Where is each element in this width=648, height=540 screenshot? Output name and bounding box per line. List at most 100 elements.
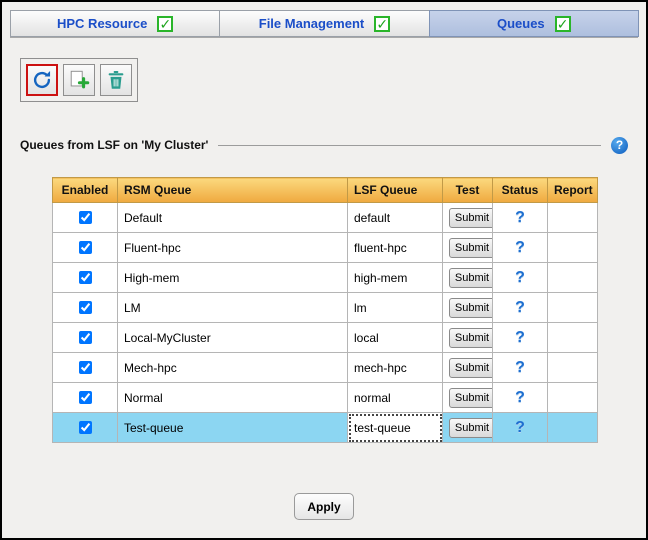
submit-button[interactable]: Submit [449,268,493,288]
status-question-icon: ? [515,419,525,436]
submit-button[interactable]: Submit [449,328,493,348]
lsf-queue-cell[interactable]: mech-hpc [348,353,443,383]
submit-button[interactable]: Submit [449,418,493,438]
green-check-icon: ✓ [374,16,390,32]
lsf-queue-cell[interactable]: high-mem [348,263,443,293]
status-cell: ? [493,293,548,323]
col-header-test: Test [443,178,493,203]
enabled-cell [53,383,118,413]
submit-button[interactable]: Submit [449,298,493,318]
test-cell: Submit [443,413,493,443]
status-cell: ? [493,323,548,353]
rsm-queue-cell[interactable]: Default [118,203,348,233]
lsf-queue-cell[interactable]: local [348,323,443,353]
tab-bar: HPC Resource ✓ File Management ✓ Queues … [10,10,638,38]
lsf-queue-cell[interactable]: default [348,203,443,233]
table-row[interactable]: High-mem high-mem Submit ? [53,263,598,293]
help-icon[interactable]: ? [611,137,628,154]
enabled-cell [53,203,118,233]
enabled-checkbox[interactable] [79,301,92,314]
report-cell [548,263,598,293]
lsf-queue-cell[interactable]: normal [348,383,443,413]
status-question-icon: ? [515,239,525,256]
test-cell: Submit [443,233,493,263]
lsf-queue-cell[interactable]: test-queue [348,413,443,443]
table-row[interactable]: Test-queue test-queue Submit ? [53,413,598,443]
tab-label: File Management [259,16,364,31]
enabled-checkbox[interactable] [79,331,92,344]
status-question-icon: ? [515,389,525,406]
table-row[interactable]: Mech-hpc mech-hpc Submit ? [53,353,598,383]
submit-button[interactable]: Submit [449,238,493,258]
test-cell: Submit [443,263,493,293]
status-question-icon: ? [515,329,525,346]
col-header-enabled: Enabled [53,178,118,203]
status-cell: ? [493,263,548,293]
rsm-queue-cell[interactable]: Fluent-hpc [118,233,348,263]
refresh-queues-button[interactable] [26,64,58,96]
submit-button[interactable]: Submit [449,208,493,228]
enabled-checkbox[interactable] [79,271,92,284]
report-cell [548,203,598,233]
col-header-lsf-queue: LSF Queue [348,178,443,203]
add-document-icon [68,69,90,91]
lsf-queue-cell[interactable]: fluent-hpc [348,233,443,263]
report-cell [548,413,598,443]
tab-hpc-resource[interactable]: HPC Resource ✓ [10,10,220,37]
enabled-cell [53,263,118,293]
col-header-rsm-queue: RSM Queue [118,178,348,203]
divider-line [218,145,601,146]
tab-queues[interactable]: Queues ✓ [429,10,639,37]
queues-table: Enabled RSM Queue LSF Queue Test Status … [52,177,598,443]
col-header-status: Status [493,178,548,203]
status-question-icon: ? [515,209,525,226]
status-cell: ? [493,353,548,383]
section-title: Queues from LSF on 'My Cluster' [20,138,208,152]
status-question-icon: ? [515,299,525,316]
apply-button[interactable]: Apply [294,493,354,520]
lsf-queue-cell[interactable]: lm [348,293,443,323]
rsm-queue-cell[interactable]: Mech-hpc [118,353,348,383]
add-queue-button[interactable] [63,64,95,96]
rsm-configuration-window: HPC Resource ✓ File Management ✓ Queues … [0,0,648,540]
table-row[interactable]: LM lm Submit ? [53,293,598,323]
enabled-checkbox[interactable] [79,211,92,224]
table-row[interactable]: Fluent-hpc fluent-hpc Submit ? [53,233,598,263]
report-cell [548,383,598,413]
enabled-checkbox[interactable] [79,361,92,374]
queue-toolbar [20,58,138,102]
table-row[interactable]: Normal normal Submit ? [53,383,598,413]
report-cell [548,233,598,263]
rsm-queue-cell[interactable]: High-mem [118,263,348,293]
enabled-checkbox[interactable] [79,421,92,434]
tab-label: Queues [497,16,545,31]
test-cell: Submit [443,353,493,383]
footer: Apply [2,493,646,520]
status-cell: ? [493,203,548,233]
status-question-icon: ? [515,359,525,376]
table-row[interactable]: Local-MyCluster local Submit ? [53,323,598,353]
table-header-row: Enabled RSM Queue LSF Queue Test Status … [53,178,598,203]
enabled-cell [53,353,118,383]
submit-button[interactable]: Submit [449,358,493,378]
test-cell: Submit [443,323,493,353]
report-cell [548,293,598,323]
rsm-queue-cell[interactable]: Test-queue [118,413,348,443]
table-row[interactable]: Default default Submit ? [53,203,598,233]
delete-queue-button[interactable] [100,64,132,96]
enabled-checkbox[interactable] [79,391,92,404]
tab-file-management[interactable]: File Management ✓ [219,10,429,37]
rsm-queue-cell[interactable]: Normal [118,383,348,413]
section-header: Queues from LSF on 'My Cluster' ? [20,136,628,154]
submit-button[interactable]: Submit [449,388,493,408]
report-cell [548,353,598,383]
refresh-icon [31,69,53,91]
tab-label: HPC Resource [57,16,147,31]
status-cell: ? [493,233,548,263]
report-cell [548,323,598,353]
green-check-icon: ✓ [157,16,173,32]
rsm-queue-cell[interactable]: LM [118,293,348,323]
enabled-checkbox[interactable] [79,241,92,254]
col-header-report: Report [548,178,598,203]
rsm-queue-cell[interactable]: Local-MyCluster [118,323,348,353]
